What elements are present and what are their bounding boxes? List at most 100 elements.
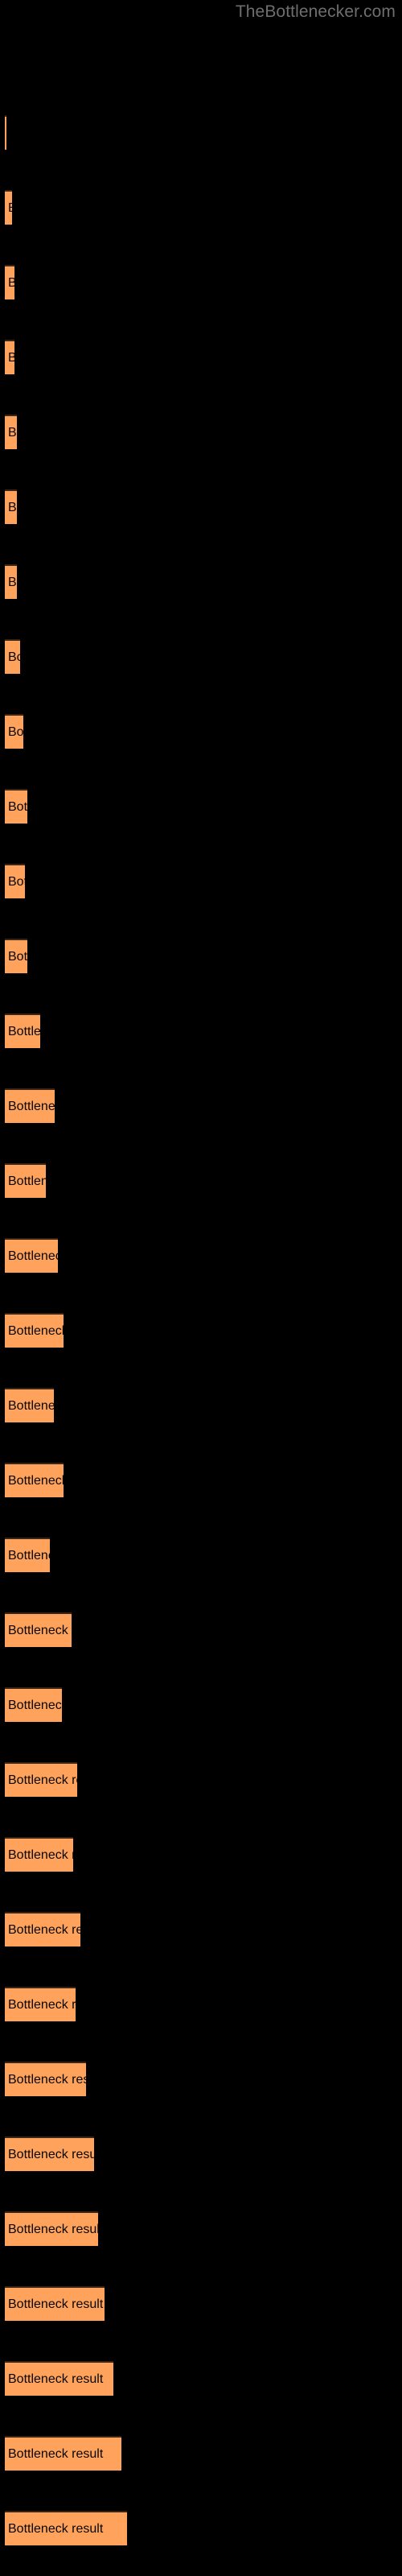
bar[interactable]: Bottleneck result bbox=[5, 2136, 94, 2171]
bar[interactable]: Bottleneck result bbox=[5, 1762, 77, 1797]
bar[interactable]: Bottleneck result bbox=[5, 489, 17, 524]
bar-clip: Bottleneck result bbox=[5, 1538, 50, 1572]
bar-clip: Bottleneck result bbox=[5, 190, 12, 225]
bar-clip: Bottleneck result bbox=[5, 415, 17, 449]
bar[interactable]: Bottleneck result bbox=[5, 1837, 73, 1872]
bar-clip: Bottleneck result bbox=[5, 1912, 80, 1946]
bar[interactable]: Bottleneck result bbox=[5, 1538, 50, 1572]
bar-label: Bottleneck result bbox=[8, 2147, 94, 2161]
bar-label: Bottleneck result bbox=[8, 2222, 98, 2236]
bar-clip: Bottleneck result bbox=[5, 2211, 98, 2246]
bar-label: Bottleneck result bbox=[8, 1249, 58, 1263]
bar[interactable]: Bottleneck result bbox=[5, 2062, 86, 2096]
bar-label: Bottleneck result bbox=[8, 575, 17, 589]
bar-label: Bottleneck result bbox=[8, 1698, 62, 1712]
bar[interactable]: Bottleneck result bbox=[5, 415, 17, 449]
bar[interactable]: Bottleneck result bbox=[5, 2211, 98, 2246]
bar-label: Bottleneck result bbox=[8, 425, 17, 440]
bar-clip: Bottleneck result bbox=[5, 1388, 54, 1422]
bar[interactable]: Bottleneck result bbox=[5, 2511, 127, 2545]
bar-label: Bottleneck result bbox=[8, 2521, 104, 2536]
bar-label: Bottleneck result bbox=[8, 799, 27, 814]
bar-clip: Bottleneck result bbox=[5, 2062, 86, 2096]
bar-clip: Bottleneck result bbox=[5, 265, 14, 299]
bar-label: Bottleneck result bbox=[8, 1398, 54, 1413]
bar-clip: Bottleneck result bbox=[5, 564, 17, 599]
bar-label: Bottleneck result bbox=[8, 275, 14, 290]
bar-label: Bottleneck result bbox=[8, 350, 14, 365]
bar[interactable]: Bottleneck result bbox=[5, 939, 27, 973]
bar[interactable]: Bottleneck result bbox=[5, 1463, 64, 1497]
bar-label: Bottleneck result bbox=[8, 1099, 55, 1113]
bar[interactable]: Bottleneck result bbox=[5, 1987, 76, 2021]
bar[interactable]: Bottleneck result bbox=[5, 2436, 121, 2471]
bar[interactable]: Bottleneck result bbox=[5, 1088, 55, 1123]
bar-clip: Bottleneck result bbox=[5, 1163, 46, 1198]
bar[interactable]: Bottleneck result bbox=[5, 864, 25, 898]
bar-clip: Bottleneck result bbox=[5, 2511, 127, 2545]
bar[interactable]: Bottleneck result bbox=[5, 1313, 64, 1348]
bar-label: Bottleneck result bbox=[8, 2372, 104, 2386]
bar-clip: Bottleneck result bbox=[5, 1088, 55, 1123]
bar[interactable]: Bottleneck result bbox=[5, 340, 14, 374]
bar-label: Bottleneck result bbox=[8, 1323, 64, 1338]
bar-clip: Bottleneck result bbox=[5, 639, 20, 674]
bar-clip: Bottleneck result bbox=[5, 2286, 105, 2321]
bar[interactable]: Bottleneck result bbox=[5, 1013, 40, 1048]
bar[interactable]: Bottleneck result bbox=[5, 1612, 72, 1647]
bar-label: Bottleneck result bbox=[8, 1623, 72, 1637]
bar-clip: Bottleneck result bbox=[5, 714, 23, 749]
bar-clip: Bottleneck result bbox=[5, 1313, 64, 1348]
bar-clip: Bottleneck result bbox=[5, 1612, 72, 1647]
bar[interactable]: Bottleneck result bbox=[5, 1912, 80, 1946]
bar-label: Bottleneck result bbox=[8, 1473, 64, 1488]
bar[interactable]: Bottleneck result bbox=[5, 115, 6, 150]
bar-label: Bottleneck result bbox=[8, 1024, 40, 1038]
bar-clip: Bottleneck result bbox=[5, 1762, 77, 1797]
bar-label: Bottleneck result bbox=[8, 1174, 46, 1188]
bar[interactable]: Bottleneck result bbox=[5, 1238, 58, 1273]
bar-label: Bottleneck result bbox=[8, 1773, 77, 1787]
bar-clip: Bottleneck result bbox=[5, 1987, 76, 2021]
bar-clip: Bottleneck result bbox=[5, 2436, 121, 2471]
bar[interactable]: Bottleneck result bbox=[5, 1163, 46, 1198]
bar-label: Bottleneck result bbox=[8, 2072, 86, 2087]
bar-clip: Bottleneck result bbox=[5, 2136, 94, 2171]
bar[interactable]: Bottleneck result bbox=[5, 2361, 113, 2396]
bar-label: Bottleneck result bbox=[8, 2446, 104, 2461]
bar-clip: Bottleneck result bbox=[5, 789, 27, 824]
bar-clip: Bottleneck result bbox=[5, 115, 6, 150]
bar-label: Bottleneck result bbox=[8, 1847, 73, 1862]
bar-label: Bottleneck result bbox=[8, 874, 25, 889]
bar-label: Bottleneck result bbox=[8, 201, 12, 216]
bar-label: Bottleneck result bbox=[8, 2297, 104, 2311]
bar[interactable]: Bottleneck result bbox=[5, 564, 17, 599]
bar-label: Bottleneck result bbox=[8, 500, 17, 514]
bars-layer: Bottleneck result Bottleneck result Bottle… bbox=[0, 0, 402, 2576]
bar[interactable]: Bottleneck result bbox=[5, 639, 20, 674]
bar[interactable]: Bottleneck result bbox=[5, 2286, 105, 2321]
bar-clip: Bottleneck result bbox=[5, 340, 14, 374]
bar-clip: Bottleneck result bbox=[5, 939, 27, 973]
bar[interactable]: Bottleneck result bbox=[5, 789, 27, 824]
bar-label: Bottleneck result bbox=[8, 949, 27, 964]
bar[interactable]: Bottleneck result bbox=[5, 265, 14, 299]
bar-clip: Bottleneck result bbox=[5, 2361, 113, 2396]
bar-label: Bottleneck result bbox=[8, 650, 20, 664]
bar-label: Bottleneck result bbox=[8, 724, 23, 739]
bar-chart-canvas: TheBottlenecker.com Bottleneck resultBot… bbox=[0, 0, 402, 2576]
bar-label: Bottleneck result bbox=[8, 1997, 76, 2012]
bar-clip: Bottleneck result bbox=[5, 1463, 64, 1497]
bar-clip: Bottleneck result bbox=[5, 489, 17, 524]
bar[interactable]: Bottleneck result bbox=[5, 1687, 62, 1722]
bar-clip: Bottleneck result bbox=[5, 1238, 58, 1273]
bar[interactable]: Bottleneck result bbox=[5, 190, 12, 225]
bar-clip: Bottleneck result bbox=[5, 1013, 40, 1048]
bar-label: Bottleneck result bbox=[8, 1548, 50, 1563]
bar-clip: Bottleneck result bbox=[5, 1687, 62, 1722]
bar[interactable]: Bottleneck result bbox=[5, 714, 23, 749]
bar-clip: Bottleneck result bbox=[5, 864, 25, 898]
bar[interactable]: Bottleneck result bbox=[5, 1388, 54, 1422]
bar-clip: Bottleneck result bbox=[5, 1837, 73, 1872]
bar-label: Bottleneck result bbox=[8, 1922, 80, 1937]
